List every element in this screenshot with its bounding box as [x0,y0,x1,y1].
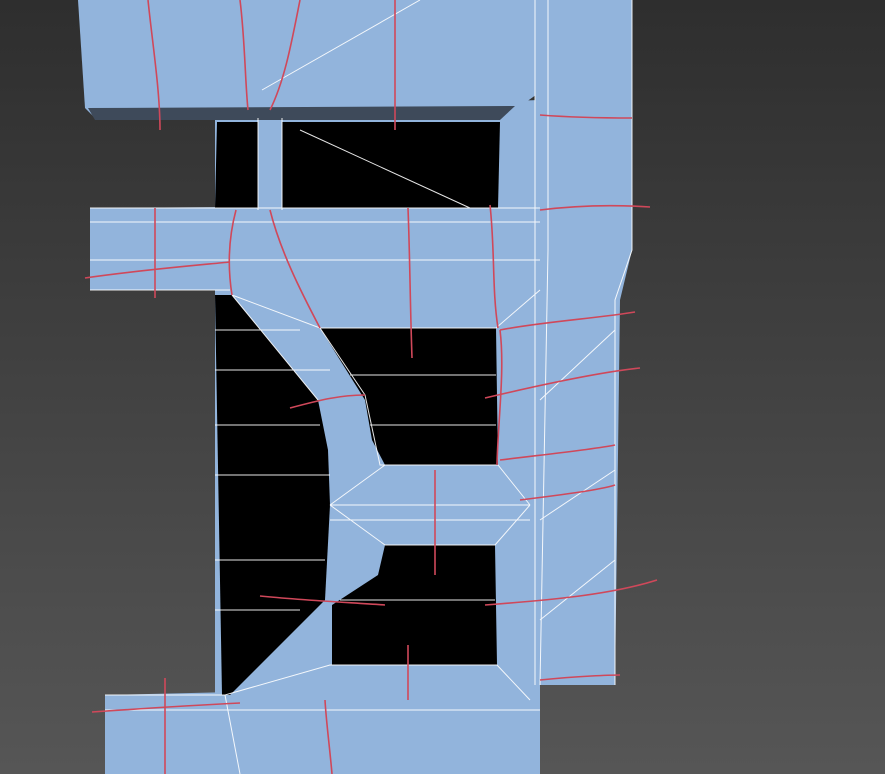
top-block-underside [88,106,515,120]
top-hole-left [215,122,258,208]
mesh-wireframe[interactable] [0,0,885,774]
top-block [78,0,540,118]
horizontal-bar [90,205,540,290]
bottom-block [105,685,540,774]
3d-viewport[interactable] [0,0,885,774]
top-hole-right [282,122,500,208]
right-column [535,0,632,685]
